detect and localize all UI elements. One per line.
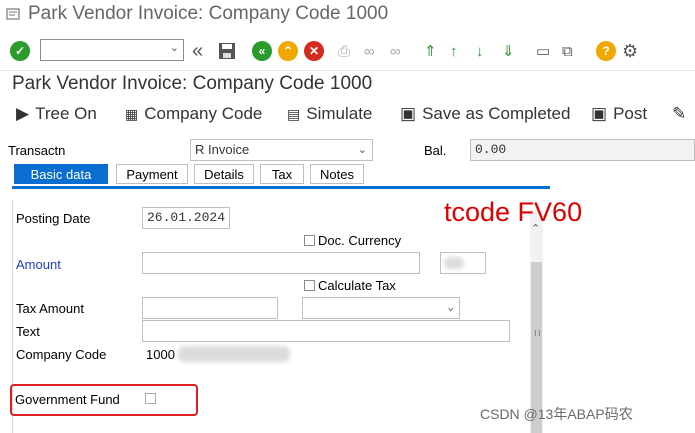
help-button[interactable]: ? <box>596 40 616 62</box>
simulate-label: Simulate <box>306 104 373 123</box>
double-chevron-left-icon: « <box>192 39 204 62</box>
page-title: Park Vendor Invoice: Company Code 1000 <box>12 73 373 94</box>
chevron-down-icon: ⌄ <box>447 302 454 314</box>
save-as-completed-button[interactable]: ▣ Save as Completed <box>400 104 570 124</box>
simulate-icon: ▤ <box>287 105 301 122</box>
create-session-button[interactable]: ▭ <box>536 40 550 62</box>
shortcut-button[interactable]: ⧉ <box>562 40 573 62</box>
next-page-icon: ↓ <box>476 42 484 60</box>
posting-date-field[interactable]: 26.01.2024 <box>142 207 230 229</box>
print-icon: ⎙ <box>338 42 351 60</box>
company-code-field-label: Company Code <box>16 347 107 362</box>
tab-details[interactable]: Details <box>194 164 254 184</box>
binoculars-next-icon: ∞ <box>390 42 401 60</box>
government-fund-label: Government Fund <box>15 392 120 407</box>
new-session-icon: ▭ <box>536 43 551 60</box>
tab-notes[interactable]: Notes <box>310 164 364 184</box>
post-button[interactable]: ▣ Post <box>591 104 647 124</box>
company-code-button[interactable]: ▦ Company Code <box>125 104 262 124</box>
text-field[interactable] <box>142 320 510 342</box>
tree-on-label: Tree On <box>35 104 97 123</box>
application-toolbar: ▶ Tree On ▦ Company Code ▤ Simulate ▣ Sa… <box>0 100 695 130</box>
watermark: CSDN @13年ABAP码农 <box>480 406 633 422</box>
company-code-label: Company Code <box>144 104 263 123</box>
binoculars-icon: ∞ <box>364 42 375 60</box>
tax-amount-label: Tax Amount <box>16 301 84 316</box>
back-icon: « <box>252 41 272 61</box>
save-toolbar-button[interactable] <box>218 40 236 62</box>
government-fund-checkbox[interactable] <box>145 393 156 404</box>
shortcut-icon: ⧉ <box>562 42 573 60</box>
post-label: Post <box>613 104 648 123</box>
gear-icon: ⚙ <box>622 40 639 61</box>
calculate-tax-checkbox[interactable] <box>304 280 315 291</box>
doc-currency-checkbox[interactable] <box>304 235 315 246</box>
check-icon: ✓ <box>10 41 30 61</box>
grip-icon <box>535 330 540 336</box>
text-label: Text <box>16 324 40 339</box>
simulate-button[interactable]: ▤ Simulate <box>287 104 372 124</box>
chevron-down-icon: ⌄ <box>357 144 367 156</box>
redacted-company-name <box>178 346 290 362</box>
posting-date-value: 26.01.2024 <box>147 210 226 225</box>
transaction-select[interactable]: R Invoice ⌄ <box>190 139 373 161</box>
print-button[interactable]: ⎙ <box>338 40 350 62</box>
chevron-down-icon: ⌄ <box>169 42 179 54</box>
command-field[interactable]: ⌄ <box>40 39 184 61</box>
first-page-icon: ⇑ <box>424 43 437 60</box>
balance-label: Bal. <box>424 143 447 158</box>
doc-currency-label: Doc. Currency <box>318 233 402 248</box>
document-icon <box>6 8 20 20</box>
help-icon: ? <box>596 41 616 61</box>
previous-page-icon: ↑ <box>450 42 458 60</box>
window-title-bar: Park Vendor Invoice: Company Code 1000 <box>0 0 695 30</box>
tcode-annotation: tcode FV60 <box>444 197 583 227</box>
next-page-button[interactable]: ↓ <box>476 40 484 62</box>
tab-basic-data[interactable]: Basic data <box>14 164 108 184</box>
company-icon: ▦ <box>125 105 139 122</box>
tree-icon: ▶ <box>16 104 30 123</box>
calculate-tax-label: Calculate Tax <box>318 278 396 293</box>
tree-on-button[interactable]: ▶ Tree On <box>16 104 97 124</box>
amount-field[interactable] <box>142 252 420 274</box>
transaction-label: Transactn <box>8 143 66 158</box>
tax-code-select[interactable]: ⌄ <box>302 297 460 319</box>
window-title: Park Vendor Invoice: Company Code 1000 <box>28 3 389 24</box>
exit-button[interactable]: ⌃ <box>278 40 298 62</box>
pencil-icon: ✎ <box>672 104 687 123</box>
last-page-button[interactable]: ⇓ <box>502 40 515 62</box>
save-icon <box>219 43 235 59</box>
collapse-toolbar-button[interactable]: « <box>192 40 203 62</box>
back-button[interactable]: « <box>252 40 272 62</box>
company-code-value: 1000 <box>146 347 175 362</box>
cancel-icon: ✕ <box>304 41 324 61</box>
tab-tax[interactable]: Tax <box>260 164 304 184</box>
balance-value: 0.00 <box>475 142 507 157</box>
redacted-currency <box>444 257 464 269</box>
last-page-icon: ⇓ <box>502 43 515 60</box>
currency-field[interactable] <box>440 252 486 274</box>
tab-payment[interactable]: Payment <box>116 164 188 184</box>
edit-button[interactable]: ✎ <box>672 104 686 124</box>
post-icon: ▣ <box>591 104 608 123</box>
amount-label: Amount <box>16 257 61 272</box>
exit-icon: ⌃ <box>278 41 298 61</box>
standard-toolbar: ✓ ⌄ « « ⌃ ✕ ⎙ ∞ ∞ ⇑ ↑ ↓ ⇓ ▭ ⧉ ? ⚙ <box>0 32 695 71</box>
cancel-button[interactable]: ✕ <box>304 40 324 62</box>
save-icon: ▣ <box>400 104 417 123</box>
transaction-value: R Invoice <box>195 142 250 157</box>
save-as-completed-label: Save as Completed <box>422 104 571 123</box>
previous-page-button[interactable]: ↑ <box>450 40 458 62</box>
posting-date-label: Posting Date <box>16 211 91 226</box>
first-page-button[interactable]: ⇑ <box>424 40 437 62</box>
tab-underline <box>12 186 550 189</box>
find-next-button[interactable]: ∞ <box>390 40 401 62</box>
tax-amount-field[interactable] <box>142 297 278 319</box>
find-button[interactable]: ∞ <box>364 40 375 62</box>
settings-button[interactable]: ⚙ <box>622 40 638 62</box>
enter-button[interactable]: ✓ <box>10 40 30 62</box>
balance-field: 0.00 <box>470 139 695 161</box>
